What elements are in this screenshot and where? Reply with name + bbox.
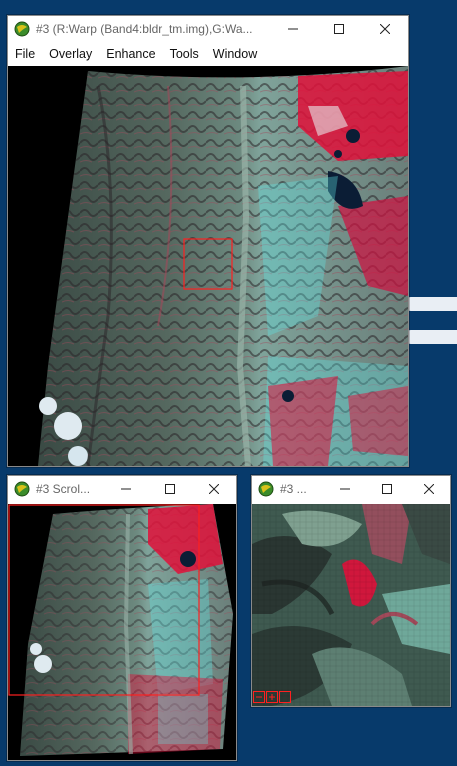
wallpaper-stripe bbox=[404, 297, 457, 311]
maximize-icon bbox=[382, 484, 392, 494]
close-icon bbox=[380, 24, 390, 34]
envi-globe-icon bbox=[258, 481, 274, 497]
minimize-icon bbox=[288, 28, 298, 30]
close-icon bbox=[424, 484, 434, 494]
zoom-window-titlebar[interactable]: #3 ... bbox=[252, 476, 450, 502]
zoom-reset-icon[interactable] bbox=[279, 691, 291, 703]
maximize-icon bbox=[334, 24, 344, 34]
menu-file[interactable]: File bbox=[8, 47, 42, 61]
zoom-out-icon[interactable] bbox=[253, 691, 265, 703]
wallpaper-stripe bbox=[404, 330, 457, 344]
close-icon bbox=[209, 484, 219, 494]
zoomed-pixel-image bbox=[252, 504, 450, 706]
image-window[interactable]: #3 (R:Warp (Band4:bldr_tm.img),G:Wa... F… bbox=[7, 15, 409, 467]
envi-globe-icon bbox=[14, 481, 30, 497]
zoom-in-icon[interactable] bbox=[266, 691, 278, 703]
maximize-button[interactable] bbox=[316, 16, 362, 42]
image-display[interactable] bbox=[8, 66, 408, 466]
minimize-icon bbox=[340, 488, 350, 490]
window-title: #3 (R:Warp (Band4:bldr_tm.img),G:Wa... bbox=[36, 22, 253, 36]
minimize-button[interactable] bbox=[270, 16, 316, 42]
envi-globe-icon bbox=[14, 21, 30, 37]
close-button[interactable] bbox=[192, 476, 236, 502]
close-button[interactable] bbox=[362, 16, 408, 42]
minimize-icon bbox=[121, 488, 131, 490]
menu-overlay[interactable]: Overlay bbox=[42, 47, 99, 61]
maximize-icon bbox=[165, 484, 175, 494]
window-title: #3 Scrol... bbox=[36, 482, 91, 496]
minimize-button[interactable] bbox=[104, 476, 148, 502]
scroll-window[interactable]: #3 Scrol... bbox=[7, 475, 237, 761]
scroll-display[interactable] bbox=[8, 504, 236, 760]
scroll-window-titlebar[interactable]: #3 Scrol... bbox=[8, 476, 236, 502]
menu-tools[interactable]: Tools bbox=[163, 47, 206, 61]
window-title: #3 ... bbox=[280, 482, 307, 496]
menu-enhance[interactable]: Enhance bbox=[99, 47, 162, 61]
menu-bar: File Overlay Enhance Tools Window bbox=[8, 43, 408, 65]
minimize-button[interactable] bbox=[324, 476, 366, 502]
image-window-titlebar[interactable]: #3 (R:Warp (Band4:bldr_tm.img),G:Wa... bbox=[8, 16, 408, 42]
satellite-overview-image bbox=[8, 504, 233, 756]
zoom-controls bbox=[253, 691, 291, 703]
satellite-image bbox=[38, 66, 408, 466]
zoom-display[interactable] bbox=[252, 504, 450, 706]
zoom-window[interactable]: #3 ... bbox=[251, 475, 451, 707]
maximize-button[interactable] bbox=[148, 476, 192, 502]
maximize-button[interactable] bbox=[366, 476, 408, 502]
close-button[interactable] bbox=[408, 476, 450, 502]
menu-window[interactable]: Window bbox=[206, 47, 264, 61]
